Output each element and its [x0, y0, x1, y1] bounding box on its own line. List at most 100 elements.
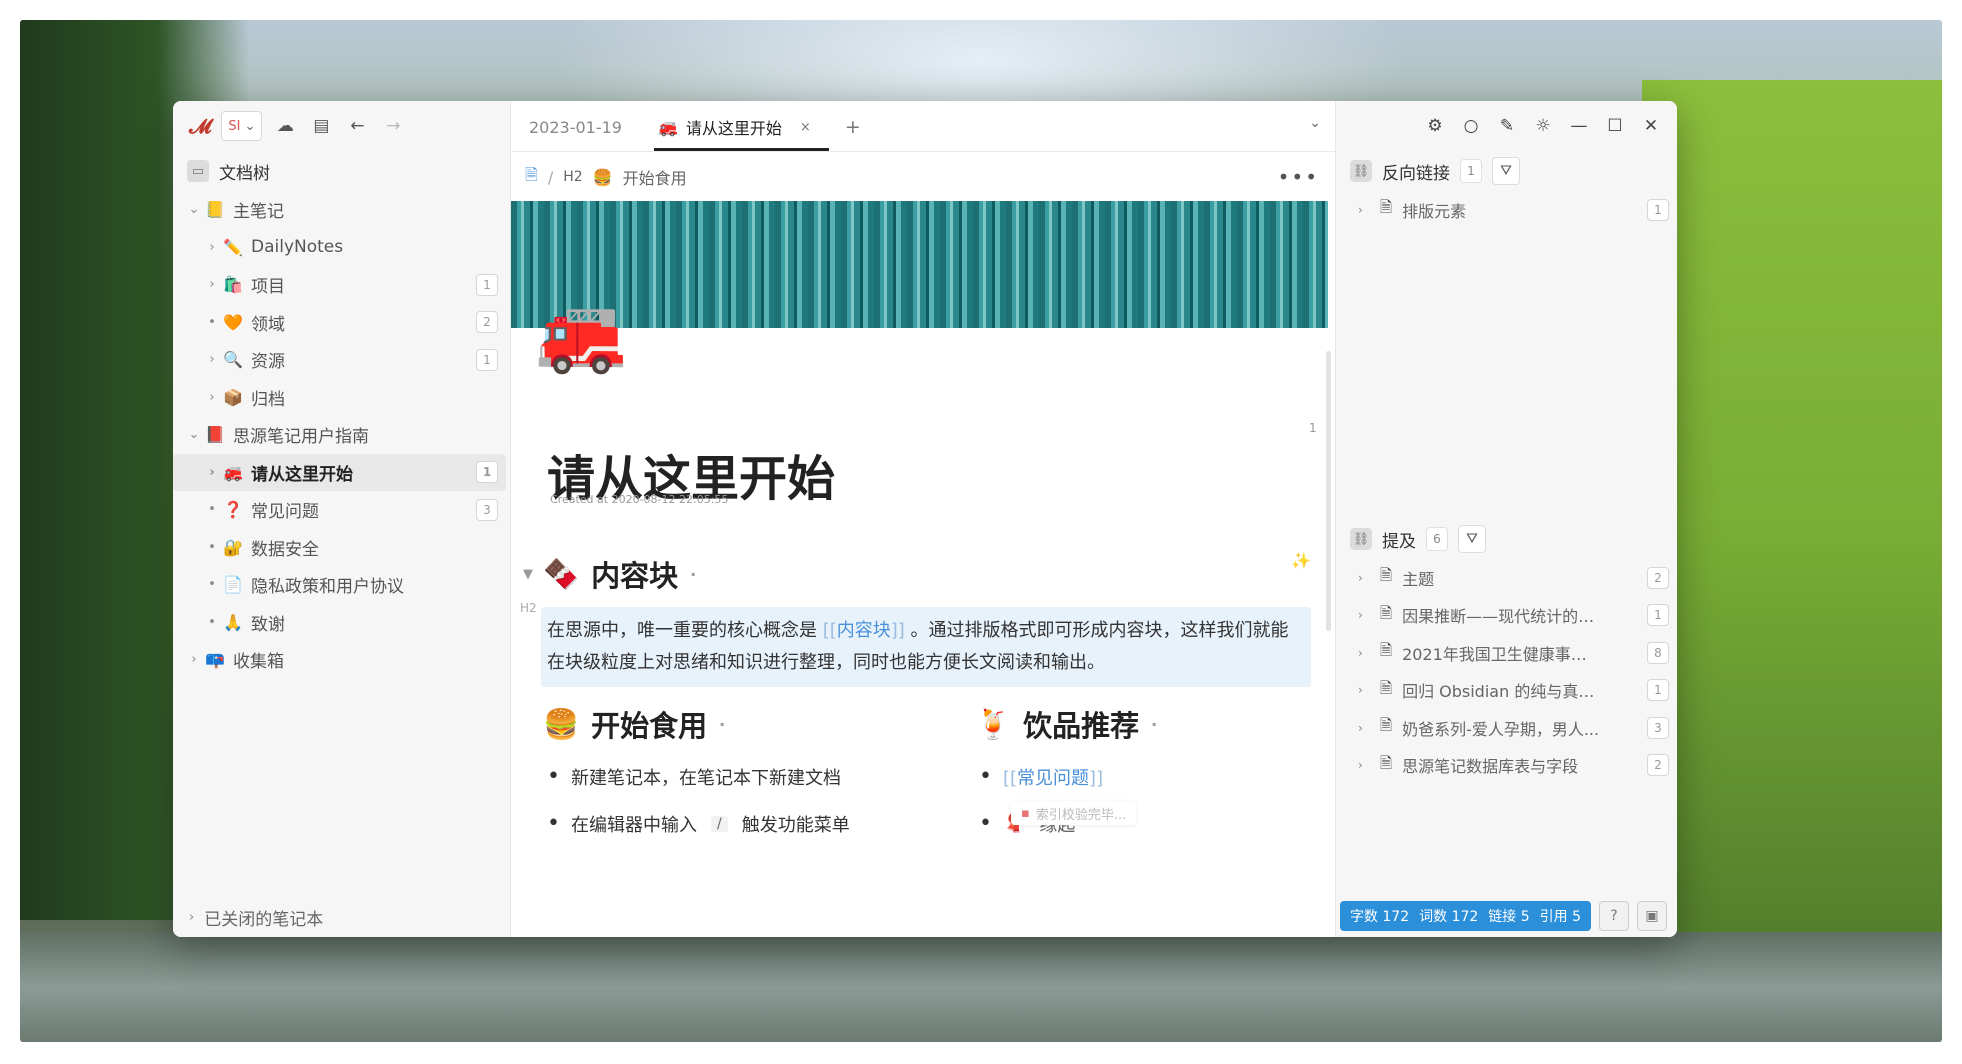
link-item[interactable]: › 🗎 主题 2 — [1336, 559, 1677, 597]
mentions-header[interactable]: ⛓ 提及 6 ⛛ — [1350, 524, 1486, 554]
link-item-count: 2 — [1647, 754, 1669, 777]
tree-item-label: 领域 — [251, 314, 285, 335]
tree-item-count[interactable]: 1 — [476, 348, 498, 371]
editor-scrollbar[interactable] — [1326, 351, 1331, 631]
search-icon[interactable]: ○ — [1459, 114, 1483, 138]
stat-links: 链接 5 — [1488, 909, 1530, 925]
tree-item-count[interactable]: 1 — [476, 461, 498, 484]
breadcrumb-item[interactable]: 开始食用 — [623, 165, 687, 189]
heading-start-using[interactable]: 🍔 开始食用 · — [543, 703, 725, 745]
list-item[interactable]: 在编辑器中输入 / 触发功能菜单 — [547, 800, 947, 847]
editor: 2023-01-19 🚒 请从这里开始 × + ⌄ 🗎 / H2 🍔 开始食用 … — [511, 101, 1335, 937]
tab-daily-note[interactable]: 2023-01-19 — [511, 103, 640, 151]
block-ref-link[interactable]: [[内容块]] — [823, 620, 905, 641]
theme-sun-icon[interactable]: ☼ — [1531, 114, 1555, 138]
link-item[interactable]: › 🗎 奶爸系列-爱人孕期，男人... 3 — [1336, 709, 1677, 747]
document-banner[interactable] — [511, 201, 1328, 328]
tree-item[interactable]: ⌄ 📕 思源笔记用户指南 — [173, 416, 506, 454]
tree-arrow-icon[interactable]: • — [203, 577, 221, 592]
tree-arrow-icon[interactable]: › — [185, 652, 203, 667]
tree-arrow-icon[interactable]: › — [203, 390, 221, 405]
chevron-right-icon[interactable]: › — [1358, 571, 1370, 585]
workspace-select[interactable]: SI ⌄ — [221, 111, 263, 141]
tree-item[interactable]: • 🔐 数据安全 — [173, 529, 506, 567]
highlighted-paragraph[interactable]: 在思源中，唯一重要的核心概念是 [[内容块]] 。通过排版格式即可形成内容块，这… — [541, 607, 1311, 687]
tab-start-here[interactable]: 🚒 请从这里开始 × — [640, 103, 829, 151]
tree-arrow-icon[interactable]: • — [203, 540, 221, 555]
forward-arrow-icon[interactable]: → — [380, 113, 406, 139]
dock-toggle-icon[interactable]: ▣ — [1637, 901, 1667, 931]
tree-item[interactable]: ⌄ 📒 主笔记 — [173, 191, 506, 229]
tree-item[interactable]: • ❓ 常见问题 3 — [173, 491, 506, 529]
tree-arrow-icon[interactable]: ⌄ — [185, 202, 203, 217]
link-item-label: 思源笔记数据库表与字段 — [1402, 757, 1579, 777]
link-item[interactable]: › 🗎 因果推断——现代统计的思... 1 — [1336, 597, 1677, 635]
list-item[interactable]: 新建笔记本，在笔记本下新建文档 — [547, 753, 947, 800]
calendar-icon[interactable]: ▤ — [308, 113, 334, 139]
heading-drinks[interactable]: 🍹 饮品推荐 · — [975, 703, 1157, 745]
tree-item[interactable]: • 📄 隐私政策和用户协议 — [173, 566, 506, 604]
filter-icon[interactable]: ⛛ — [1458, 525, 1486, 553]
maximize-icon[interactable]: ☐ — [1603, 114, 1627, 138]
block-ref-link[interactable]: [[常见问题]] — [1003, 764, 1103, 790]
chevron-right-icon[interactable]: › — [1358, 683, 1370, 697]
back-arrow-icon[interactable]: ← — [344, 113, 370, 139]
attribute-count-badge[interactable]: 1 — [1309, 421, 1317, 435]
close-icon[interactable]: × — [800, 120, 811, 135]
heading-text: 内容块 — [591, 559, 679, 593]
link-item[interactable]: › 🗎 回归 Obsidian 的纯与真，... 1 — [1336, 672, 1677, 710]
chevron-right-icon[interactable]: › — [1358, 721, 1370, 735]
tree-arrow-icon[interactable]: › — [203, 277, 221, 292]
link-item[interactable]: › 🗎 思源笔记数据库表与字段 2 — [1336, 747, 1677, 785]
add-tab-button[interactable]: + — [829, 103, 877, 151]
chevron-right-icon[interactable]: › — [1358, 758, 1370, 772]
tree-item[interactable]: › 🚒 请从这里开始 1 — [173, 453, 506, 491]
help-icon[interactable]: ? — [1599, 901, 1629, 931]
tree-arrow-icon[interactable]: • — [203, 615, 221, 630]
settings-sliders-icon[interactable]: ⚙ — [1423, 114, 1447, 138]
link-item[interactable]: › 🗎 排版元素 1 — [1336, 191, 1677, 229]
tree-item[interactable]: • 🧡 领域 2 — [173, 304, 506, 342]
tree-item[interactable]: › 🔍 资源 1 — [173, 341, 506, 379]
chevron-down-icon[interactable]: ⌄ — [1309, 115, 1321, 131]
tree-arrow-icon[interactable]: › — [203, 352, 221, 367]
file-tree-title: 文档树 — [219, 163, 270, 184]
sync-cloud-icon[interactable]: ☁ — [272, 113, 298, 139]
tree-arrow-icon[interactable]: • — [203, 502, 221, 517]
backlinks-panel: ⚙ ○ ✎ ☼ — ☐ ✕ ⛓ 反向链接 1 ⛛ › 🗎 排版元素 1 ⛓ 提及 6 … — [1335, 101, 1677, 937]
document-icon[interactable]: 🗎 — [525, 164, 538, 191]
edit-pen-icon[interactable]: ✎ — [1495, 114, 1519, 138]
tree-item[interactable]: › 🛍️ 项目 1 — [173, 266, 506, 304]
word-count-badge[interactable]: 字数 172 词数 172 链接 5 引用 5 — [1339, 901, 1591, 931]
minimize-icon[interactable]: — — [1567, 114, 1591, 138]
tree-item-count[interactable]: 1 — [476, 273, 498, 296]
tree-arrow-icon[interactable]: • — [203, 315, 221, 330]
backlinks-header[interactable]: ⛓ 反向链接 1 ⛛ — [1350, 156, 1520, 186]
tree-arrow-icon[interactable]: ⌄ — [185, 427, 203, 442]
link-item[interactable]: › 🗎 2021年我国卫生健康事业发... 8 — [1336, 634, 1677, 672]
more-menu-icon[interactable]: ••• — [1278, 165, 1319, 189]
tree-item[interactable]: › 📪 收集箱 — [173, 641, 506, 679]
filter-icon[interactable]: ⛛ — [1492, 157, 1520, 185]
close-window-icon[interactable]: ✕ — [1639, 114, 1663, 138]
document-icon: 🗎 — [1380, 641, 1393, 660]
tree-item-count[interactable]: 2 — [476, 311, 498, 334]
file-tree-header[interactable]: ▭ 文档树 — [173, 151, 510, 191]
tree-arrow-icon[interactable]: › — [203, 465, 221, 480]
document-icon-emoji[interactable]: 🚒 — [535, 297, 627, 371]
tree-item[interactable]: • 🙏 致谢 — [173, 604, 506, 642]
closed-notebooks[interactable]: › 已关闭的笔记本 — [173, 897, 526, 937]
heading-content-block[interactable]: 🍫 内容块 · — [543, 553, 696, 595]
breadcrumb-heading-tag[interactable]: H2 — [563, 169, 582, 185]
fold-arrow-icon[interactable]: ▼ — [523, 567, 533, 582]
tree-arrow-icon[interactable]: › — [203, 240, 221, 255]
chevron-right-icon[interactable]: › — [1358, 608, 1370, 622]
heading-emoji: 🍫 — [543, 556, 580, 591]
tree-item[interactable]: › ✏️ DailyNotes — [173, 229, 506, 267]
tree-item[interactable]: › 📦 归档 — [173, 379, 506, 417]
siyuan-logo-icon[interactable]: 𝓜 — [189, 114, 211, 138]
chevron-right-icon[interactable]: › — [1358, 646, 1370, 660]
list-item[interactable]: [[常见问题]] — [979, 753, 1319, 800]
chevron-right-icon[interactable]: › — [1358, 203, 1370, 217]
tree-item-count[interactable]: 3 — [476, 498, 498, 521]
